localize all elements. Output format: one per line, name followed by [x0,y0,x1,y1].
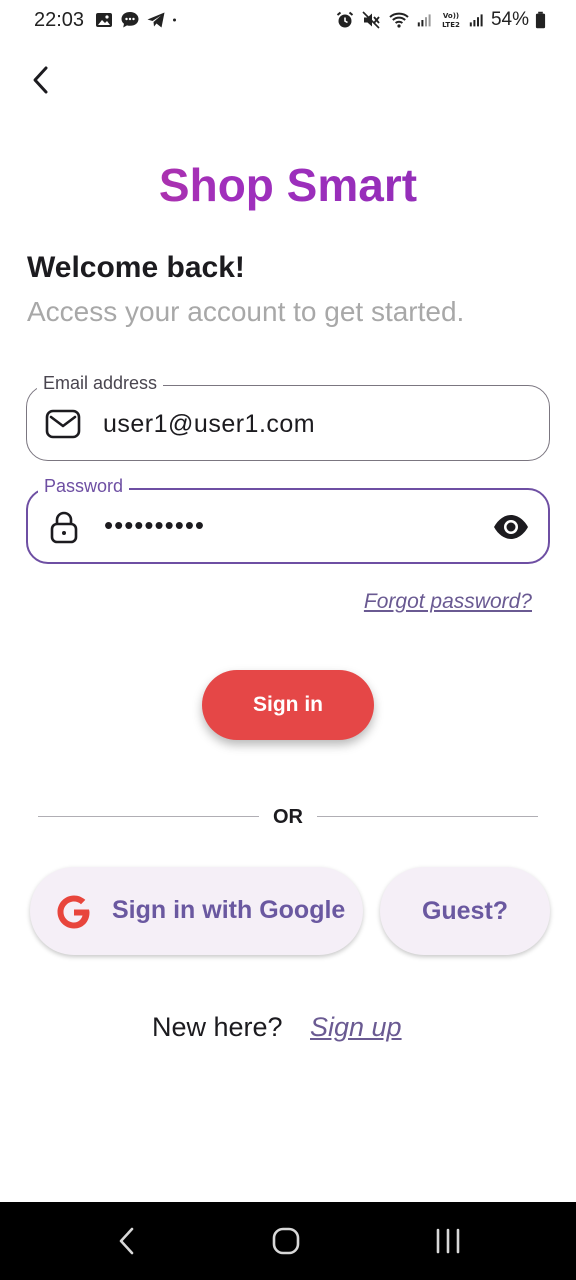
welcome-heading: Welcome back! [27,251,245,284]
email-label: Email address [37,373,164,394]
alarm-icon [336,11,354,28]
status-system-icons: Vo)) LTE2 54% [335,9,546,31]
password-field[interactable]: Password •••••••••• [26,476,550,564]
brand-title: Shop Smart [0,158,576,212]
password-label: Password [38,476,130,497]
divider-line-right [317,816,538,817]
new-here-text: New here? [152,1012,283,1042]
telegram-icon [147,12,165,28]
svg-text:Vo)): Vo)) [443,12,459,20]
guest-button[interactable]: Guest? [380,867,550,955]
eye-icon[interactable] [492,512,530,542]
mail-icon [45,409,81,439]
nav-home-icon[interactable] [270,1224,302,1258]
status-time: 22:03 [34,9,85,31]
battery-percentage: 54% [490,9,529,30]
nav-back-icon[interactable] [112,1224,142,1258]
password-value: •••••••••• [104,510,206,540]
chevron-left-icon [33,66,48,94]
sign-in-button[interactable]: Sign in [202,670,374,740]
divider-or: OR [273,806,303,828]
wifi-icon [389,12,409,28]
dot-icon [173,18,176,22]
email-field[interactable]: Email address user1@user1.com [26,373,550,461]
status-bar: 22:03 Vo)) LTE2 54% [0,0,576,42]
nav-recents-icon[interactable] [432,1226,464,1256]
system-nav-bar [0,1202,576,1280]
battery-icon [535,11,546,29]
mute-icon [362,11,380,29]
signal-icon [469,14,483,27]
volte-icon: Vo)) LTE2 [442,12,460,29]
welcome-subtitle: Access your account to get started. [27,296,465,327]
message-icon [121,12,139,28]
signal-icon [417,14,431,27]
sign-up-link[interactable]: Sign up [310,1012,402,1043]
back-button[interactable] [22,62,58,98]
forgot-password-link[interactable]: Forgot password? [364,590,532,614]
google-sign-in-label: Sign in with Google [112,896,346,924]
google-icon [57,895,90,929]
divider-line-left [38,816,259,817]
svg-text:LTE2: LTE2 [442,21,460,29]
status-notification-icons [94,10,182,30]
lock-icon [50,511,78,544]
email-value: user1@user1.com [103,410,316,438]
google-sign-in-button[interactable]: Sign in with Google [30,867,363,955]
gallery-icon [96,13,112,27]
